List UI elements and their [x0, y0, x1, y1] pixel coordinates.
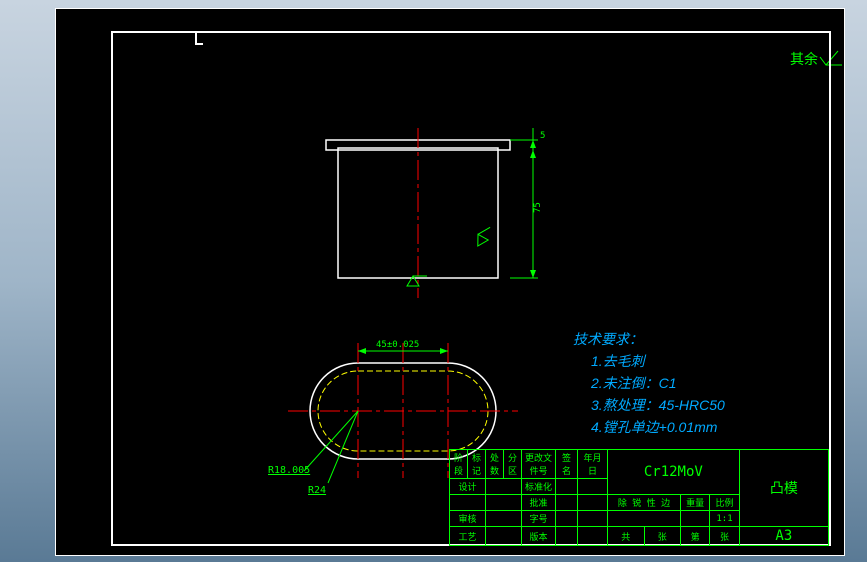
tb-material: Cr12MoV	[608, 450, 740, 495]
tb-col: 年月日	[578, 450, 608, 479]
tb-fc: 张	[710, 527, 739, 546]
tb-row: 设计	[450, 479, 486, 495]
tb-col: 分区	[504, 450, 522, 479]
tb-partname: 凸模	[739, 450, 828, 527]
tb-scale-value: 1:1	[710, 511, 739, 527]
tb-row: 审核	[450, 511, 486, 527]
drawing-border: 75 5	[111, 31, 831, 546]
tech-req-item: 4.镗孔单边+0.01mm	[591, 416, 725, 438]
tb-note: 除 锐 性 边	[608, 495, 681, 511]
tb-col: 处数	[486, 450, 504, 479]
dim-height: 75	[533, 202, 543, 213]
tb-fc: 第	[681, 527, 710, 546]
tb-row: 标准化	[522, 479, 556, 495]
surface-mark-side-icon	[473, 227, 495, 246]
tb-weight: 重量	[681, 495, 710, 511]
radius-1: R18.005	[268, 465, 310, 476]
tb-scale-label: 比例	[710, 495, 739, 511]
tb-sheet: A3	[739, 527, 828, 546]
tb-row: 工艺	[450, 527, 486, 546]
tb-row: 批准	[522, 495, 556, 511]
top-elevation-view: 75 5	[308, 128, 568, 318]
tech-req-item: 2.未注倒：C1	[591, 372, 725, 394]
cad-viewport[interactable]: 其余 75 5	[55, 8, 845, 556]
tech-req-item: 3.熬处理：45-HRC50	[591, 394, 725, 416]
tb-col: 阶段	[450, 450, 468, 479]
title-block: 阶段 标记 处数 分区 更改文件号 签名 年月日 Cr12MoV 凸模 设计 标…	[449, 449, 829, 544]
tb-fc: 张	[644, 527, 681, 546]
tb-col: 签名	[556, 450, 578, 479]
dim-width: 45±0.025	[376, 340, 419, 350]
radius-2: R24	[308, 485, 326, 496]
tb-fc: 共	[608, 527, 645, 546]
frame-tick-icon	[195, 31, 203, 45]
dim-flange: 5	[540, 131, 545, 141]
tb-col: 标记	[468, 450, 486, 479]
tech-req-item: 1.去毛刺	[591, 350, 725, 372]
tech-requirements: 技术要求： 1.去毛刺 2.未注倒：C1 3.熬处理：45-HRC50 4.镗孔…	[573, 328, 725, 438]
tech-req-title: 技术要求：	[573, 328, 725, 350]
title-block-table: 阶段 标记 处数 分区 更改文件号 签名 年月日 Cr12MoV 凸模 设计 标…	[449, 449, 829, 546]
tb-col: 更改文件号	[522, 450, 556, 479]
